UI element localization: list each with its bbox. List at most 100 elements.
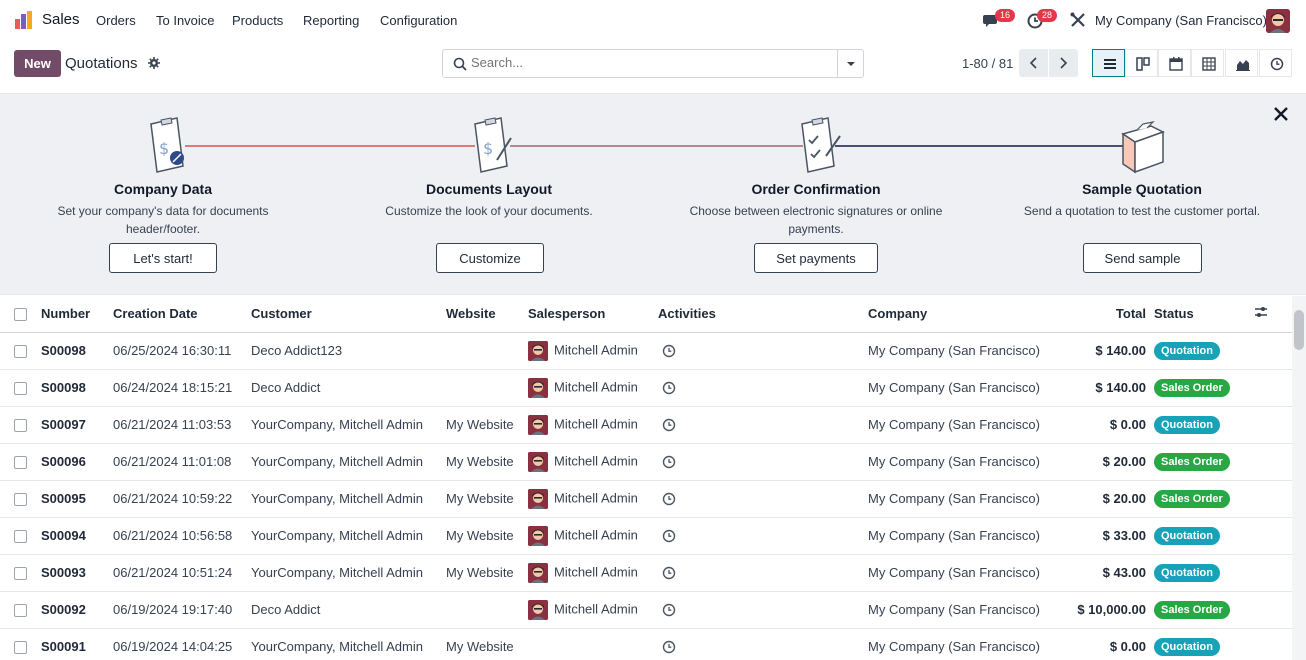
menu-to-invoice[interactable]: To Invoice [156, 13, 215, 28]
header-customer[interactable]: Customer [251, 296, 446, 333]
activity-button[interactable] [662, 417, 676, 432]
salesperson[interactable] [528, 628, 658, 660]
tools-icon[interactable] [1068, 10, 1088, 30]
header-status[interactable]: Status [1154, 296, 1254, 333]
menu-orders[interactable]: Orders [96, 13, 136, 28]
customize-button[interactable]: Customize [436, 243, 544, 273]
lets-start-button[interactable]: Let's start! [109, 243, 217, 273]
table-row[interactable]: S00092 06/19/2024 19:17:40 Deco Addict Mitc… [0, 591, 1292, 629]
user-avatar[interactable] [1266, 9, 1290, 33]
customer: YourCompany, Mitchell Admin [251, 480, 446, 518]
scrollbar-thumb[interactable] [1294, 310, 1304, 350]
status-badge: Quotation [1154, 415, 1220, 434]
salesperson[interactable]: Mitchell Admin [528, 554, 658, 592]
activity-button[interactable] [662, 380, 676, 395]
row-checkbox[interactable] [14, 456, 27, 470]
search-options-toggle[interactable] [837, 49, 864, 78]
order-number: S00093 [41, 554, 113, 592]
header-total[interactable]: Total [1062, 296, 1154, 333]
salesperson[interactable]: Mitchell Admin [528, 480, 658, 518]
table-row[interactable]: S00098 06/25/2024 16:30:11 Deco Addict123 M… [0, 332, 1292, 370]
header-company[interactable]: Company [868, 296, 1062, 333]
pager-next-button[interactable] [1049, 49, 1078, 77]
scrollbar-track[interactable] [1292, 296, 1306, 660]
activities[interactable] [658, 517, 868, 555]
salesperson[interactable]: Mitchell Admin [528, 443, 658, 481]
activity-view-button[interactable] [1259, 49, 1292, 77]
status-badge: Quotation [1154, 637, 1220, 656]
pager-value[interactable]: 1-80 / 81 [962, 56, 1013, 71]
salesperson[interactable]: Mitchell Admin [528, 406, 658, 444]
activity-button[interactable] [662, 528, 676, 543]
sales-app-icon[interactable] [14, 10, 34, 30]
activities[interactable] [658, 554, 868, 592]
customer: YourCompany, Mitchell Admin [251, 554, 446, 592]
kanban-view-button[interactable] [1125, 49, 1158, 77]
menu-configuration[interactable]: Configuration [380, 13, 457, 28]
menu-reporting[interactable]: Reporting [303, 13, 359, 28]
row-checkbox[interactable] [14, 641, 27, 655]
salesperson[interactable]: Mitchell Admin [528, 332, 658, 370]
search-input[interactable] [471, 55, 821, 70]
row-checkbox[interactable] [14, 493, 27, 507]
calendar-view-button[interactable] [1158, 49, 1191, 77]
activity-button[interactable] [662, 565, 676, 580]
row-checkbox[interactable] [14, 345, 27, 359]
activity-button[interactable] [662, 639, 676, 654]
header-website[interactable]: Website [446, 296, 528, 333]
table-row[interactable]: S00098 06/24/2024 18:15:21 Deco Addict Mitc… [0, 369, 1292, 407]
header-number[interactable]: Number [41, 296, 113, 333]
step-title-company-data: Company Data [113, 181, 213, 197]
activities[interactable] [658, 406, 868, 444]
header-salesperson[interactable]: Salesperson [528, 296, 658, 333]
status-badge: Sales Order [1154, 600, 1230, 619]
optional-columns-toggle[interactable] [1254, 296, 1292, 333]
salesperson[interactable]: Mitchell Admin [528, 591, 658, 629]
row-checkbox[interactable] [14, 530, 27, 544]
row-checkbox[interactable] [14, 604, 27, 618]
list-view-button[interactable] [1092, 49, 1125, 77]
company-switcher[interactable]: My Company (San Francisco) [1095, 13, 1267, 28]
select-all-checkbox[interactable] [14, 308, 27, 322]
row-checkbox[interactable] [14, 567, 27, 581]
customer: Deco Addict123 [251, 332, 446, 370]
row-checkbox[interactable] [14, 382, 27, 396]
activities[interactable] [658, 332, 868, 370]
table-row[interactable]: S00094 06/21/2024 10:56:58 YourCompany, Mi… [0, 517, 1292, 555]
table-row[interactable]: S00091 06/19/2024 14:04:25 YourCompany, Mi… [0, 628, 1292, 660]
total-amount: $ 0.00 [1062, 406, 1154, 444]
table-row[interactable]: S00093 06/21/2024 10:51:24 YourCompany, Mi… [0, 554, 1292, 592]
new-button[interactable]: New [14, 50, 61, 77]
app-name[interactable]: Sales [42, 11, 80, 28]
menu-products[interactable]: Products [232, 13, 283, 28]
header-creation-date[interactable]: Creation Date [113, 296, 251, 333]
close-icon[interactable] [1272, 105, 1290, 123]
pivot-view-button[interactable] [1191, 49, 1224, 77]
activity-button[interactable] [662, 343, 676, 358]
pager-previous-button[interactable] [1019, 49, 1048, 77]
table-row[interactable]: S00095 06/21/2024 10:59:22 YourCompany, Mi… [0, 480, 1292, 518]
header-activities[interactable]: Activities [658, 296, 868, 333]
gear-icon[interactable] [148, 57, 160, 69]
creation-date: 06/19/2024 14:04:25 [113, 628, 251, 660]
salesperson[interactable]: Mitchell Admin [528, 369, 658, 407]
set-payments-button[interactable]: Set payments [754, 243, 878, 273]
activity-button[interactable] [662, 602, 676, 617]
row-checkbox[interactable] [14, 419, 27, 433]
creation-date: 06/21/2024 11:01:08 [113, 443, 251, 481]
salesperson[interactable]: Mitchell Admin [528, 517, 658, 555]
table-row[interactable]: S00096 06/21/2024 11:01:08 YourCompany, Mi… [0, 443, 1292, 481]
website: My Website [446, 480, 528, 518]
activities[interactable] [658, 443, 868, 481]
website: My Website [446, 406, 528, 444]
activity-button[interactable] [662, 491, 676, 506]
graph-view-button[interactable] [1225, 49, 1258, 77]
activities[interactable] [658, 628, 868, 660]
table-row[interactable]: S00097 06/21/2024 11:03:53 YourCompany, Mi… [0, 406, 1292, 444]
total-amount: $ 20.00 [1062, 443, 1154, 481]
activities[interactable] [658, 369, 868, 407]
activities[interactable] [658, 591, 868, 629]
activities[interactable] [658, 480, 868, 518]
activity-button[interactable] [662, 454, 676, 469]
send-sample-button[interactable]: Send sample [1083, 243, 1202, 273]
